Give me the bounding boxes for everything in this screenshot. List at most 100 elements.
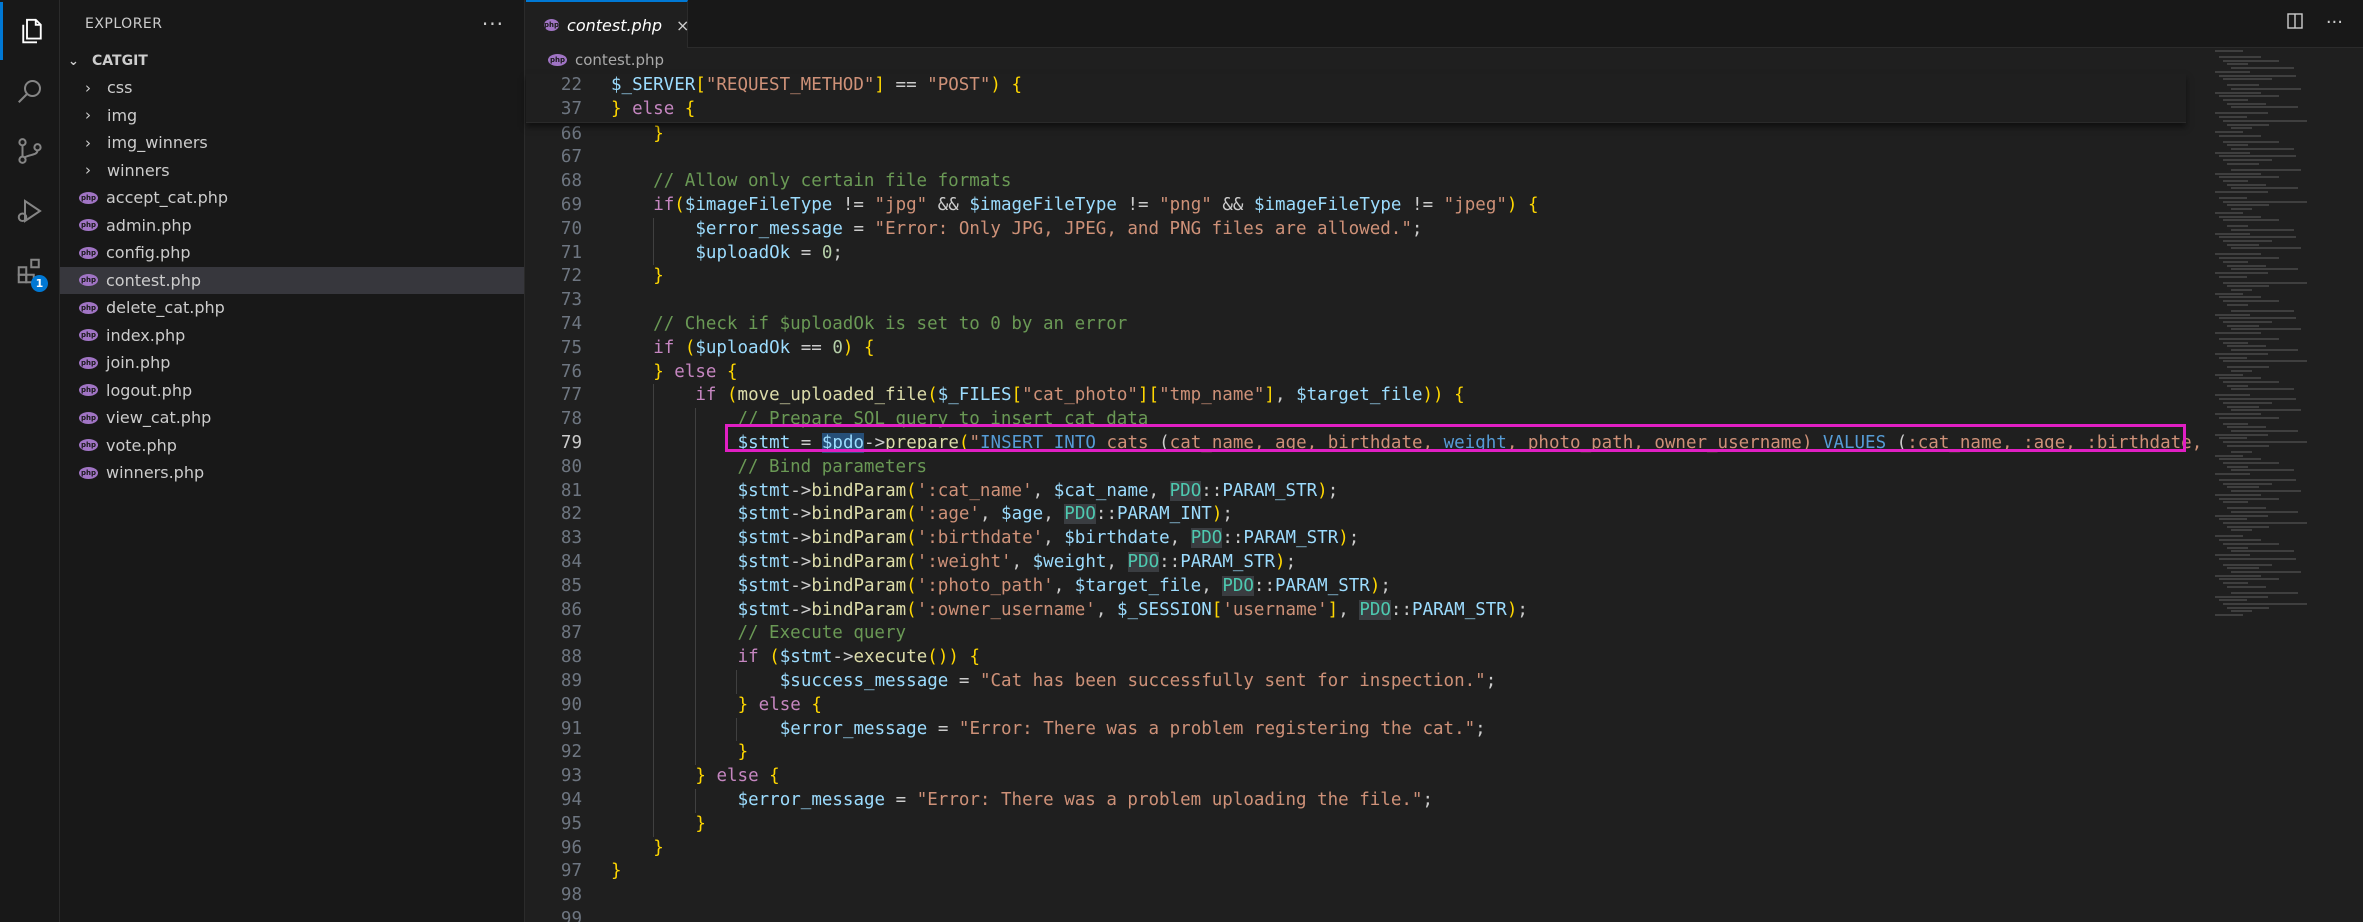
minimap-line	[2219, 377, 2261, 380]
minimap-line	[2227, 384, 2248, 387]
split-editor-icon[interactable]	[2286, 12, 2304, 35]
code-line[interactable]: 66 }	[526, 123, 2186, 147]
run-debug-icon[interactable]	[0, 182, 60, 240]
folder-img-winners[interactable]: › img_winners	[60, 129, 524, 157]
minimap-line	[2215, 595, 2268, 598]
file-view-cat[interactable]: php view_cat.php	[60, 404, 524, 432]
code-line[interactable]: 95 }	[526, 812, 2186, 837]
file-label: contest.php	[106, 270, 201, 290]
minimap-line	[2219, 416, 2279, 419]
code-line[interactable]: 87 // Execute query	[526, 622, 2186, 647]
minimap-line	[2219, 215, 2261, 218]
code-line[interactable]: 97}	[526, 860, 2186, 884]
code-line[interactable]: 85 $stmt->bindParam(':photo_path', $targ…	[526, 574, 2186, 599]
file-join[interactable]: php join.php	[60, 349, 524, 377]
code-line[interactable]: 77 if (move_uploaded_file($_FILES["cat_p…	[526, 384, 2186, 409]
code-line[interactable]: 86 $stmt->bindParam(':owner_username', $…	[526, 598, 2186, 623]
file-delete-cat[interactable]: php delete_cat.php	[60, 294, 524, 322]
code-line[interactable]: 70 $error_message = "Error: Only JPG, JP…	[526, 217, 2186, 242]
sticky-scroll[interactable]: 22 $_SERVER["REQUEST_METHOD"] == "POST") …	[526, 74, 2186, 123]
code-line[interactable]: 37} else {	[526, 97, 2186, 122]
file-accept-cat[interactable]: php accept_cat.php	[60, 184, 524, 212]
code-line[interactable]: 78 // Prepare SQL query to insert cat da…	[526, 408, 2186, 432]
extensions-icon[interactable]: 1	[0, 242, 60, 300]
code-line[interactable]: 88 if ($stmt->execute()) {	[526, 646, 2186, 670]
code-line[interactable]: 22 $_SERVER["REQUEST_METHOD"] == "POST") …	[526, 74, 2186, 98]
minimap-line	[2223, 582, 2248, 585]
minimap-line	[2223, 200, 2307, 203]
code-line[interactable]: 83 $stmt->bindParam(':birthdate', $birth…	[526, 527, 2186, 551]
source-control-icon[interactable]	[0, 122, 60, 180]
minimap-line	[2223, 159, 2272, 162]
code-line[interactable]: 81 $stmt->bindParam(':cat_name', $cat_na…	[526, 479, 2186, 504]
file-winners[interactable]: php winners.php	[60, 459, 524, 487]
file-logout[interactable]: php logout.php	[60, 377, 524, 405]
tab-label: contest.php	[567, 15, 663, 35]
line-text: // Check if $uploadOk is set to 0 by an …	[653, 313, 1128, 334]
line-number: 96	[560, 837, 582, 858]
more-actions-button[interactable]: ···	[482, 12, 504, 36]
workspace-root[interactable]: ⌄ CATGIT	[60, 48, 524, 74]
minimap-line	[2227, 162, 2259, 165]
minimap-line	[2215, 614, 2243, 616]
line-number: 87	[560, 623, 582, 644]
minimap[interactable]	[2203, 48, 2363, 922]
folder-img[interactable]: › img	[60, 102, 524, 130]
code-line[interactable]: 89 $success_message = "Cat has been succ…	[526, 669, 2186, 694]
minimap-line	[2223, 300, 2279, 303]
line-number: 98	[560, 885, 582, 906]
code-view[interactable]: 22 $_SERVER["REQUEST_METHOD"] == "POST") …	[526, 74, 2202, 922]
code-line[interactable]: 67	[526, 146, 2186, 170]
breadcrumb[interactable]: php contest.php	[526, 48, 2363, 72]
code-line[interactable]: 72 }	[526, 265, 2186, 289]
file-admin[interactable]: php admin.php	[60, 212, 524, 240]
code-line[interactable]: 91 $error_message = "Error: There was a …	[526, 717, 2186, 742]
code-line[interactable]: 90 } else {	[526, 693, 2186, 718]
close-icon[interactable]: ×	[676, 16, 689, 35]
file-config[interactable]: php config.php	[60, 239, 524, 267]
minimap-line	[2215, 473, 2250, 475]
search-icon[interactable]	[0, 62, 60, 120]
code-line[interactable]: 76 } else {	[526, 361, 2186, 385]
minimap-line	[2215, 112, 2268, 115]
folder-winners[interactable]: › winners	[60, 157, 524, 185]
explorer-icon[interactable]	[0, 2, 60, 60]
code-line[interactable]: 98	[526, 884, 2186, 908]
file-index[interactable]: php index.php	[60, 322, 524, 350]
minimap-line	[2227, 225, 2248, 228]
code-line[interactable]: 73	[526, 289, 2186, 313]
minimap-line	[2219, 134, 2261, 137]
more-actions-icon[interactable]: ···	[2326, 12, 2343, 35]
line-number: 37	[560, 98, 582, 119]
code-line[interactable]: 69 if($imageFileType != "jpg" && $imageF…	[526, 194, 2186, 218]
code-line[interactable]: 92 }	[526, 741, 2186, 766]
line-text: $stmt = $pdo->prepare("INSERT INTO cats …	[737, 432, 2203, 453]
code-line[interactable]: 68 // Allow only certain file formats	[526, 170, 2186, 194]
code-line[interactable]: 84 $stmt->bindParam(':weight', $weight, …	[526, 550, 2186, 575]
minimap-line	[2227, 366, 2269, 369]
code-line[interactable]: 94 $error_message = "Error: There was a …	[526, 788, 2186, 813]
minimap-line	[2215, 412, 2261, 415]
php-file-icon: php	[79, 356, 98, 369]
file-contest[interactable]: php contest.php	[60, 266, 524, 294]
minimap-line	[2223, 260, 2248, 263]
code-line[interactable]: 75 if ($uploadOk == 0) {	[526, 337, 2186, 361]
code-line[interactable]: 71 $uploadOk = 0;	[526, 241, 2186, 266]
code-line[interactable]: 80 // Bind parameters	[526, 455, 2186, 480]
code-line[interactable]: 99	[526, 908, 2186, 922]
tab-contest-php[interactable]: php contest.php ×	[526, 0, 689, 48]
line-text: $error_message = "Error: There was a pro…	[779, 718, 1486, 739]
minimap-line	[2231, 228, 2294, 231]
line-number: 83	[560, 528, 582, 549]
code-line[interactable]: 93 } else {	[526, 765, 2186, 789]
file-vote[interactable]: php vote.php	[60, 432, 524, 460]
code-line[interactable]: 82 $stmt->bindParam(':age', $age, PDO::P…	[526, 503, 2186, 528]
code-line[interactable]: 79 $stmt = $pdo->prepare("INSERT INTO ca…	[526, 431, 2202, 456]
minimap-line	[2227, 567, 2259, 570]
php-file-icon: php	[79, 219, 98, 232]
minimap-line	[2231, 309, 2294, 312]
code-line[interactable]: 96 }	[526, 837, 2186, 861]
minimap-line	[2223, 461, 2279, 464]
code-line[interactable]: 74 // Check if $uploadOk is set to 0 by …	[526, 313, 2186, 337]
folder-css[interactable]: › css	[60, 74, 524, 102]
